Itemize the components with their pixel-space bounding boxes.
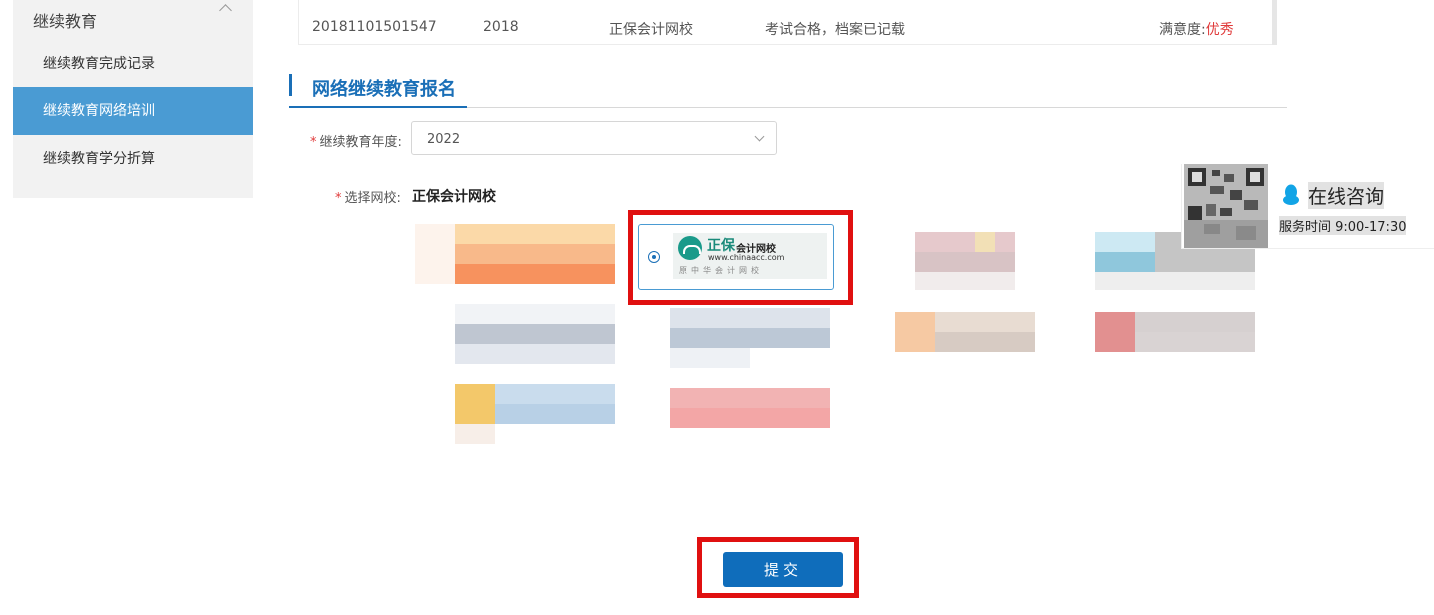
required-mark: *	[310, 135, 317, 150]
section-title-bar	[289, 74, 292, 96]
online-consult-widget[interactable]: 在线咨询 服务时间 9:00-17:30	[1181, 164, 1434, 249]
required-mark: *	[335, 191, 342, 206]
year-select[interactable]: 2022	[411, 121, 777, 155]
qq-penguin-icon	[1283, 184, 1299, 205]
record-satisfaction: 满意度:优秀	[1159, 19, 1234, 39]
scrollbar[interactable]	[1272, 0, 1277, 45]
record-id: 20181101501547	[312, 19, 437, 35]
record-school: 正保会计网校	[609, 22, 693, 38]
chevron-up-icon[interactable]	[219, 4, 232, 17]
satisfaction-label: 满意度:	[1159, 22, 1206, 38]
logo-url: www.chinaacc.com	[708, 253, 785, 262]
school-option-selected[interactable]: 正保 会计网校 www.chinaacc.com 原中华会计网校	[638, 224, 834, 290]
sidebar-item-online-training[interactable]: 继续教育网络培训	[13, 87, 253, 135]
logo-subtitle: 原中华会计网校	[679, 266, 763, 275]
chinaacc-logo: 正保 会计网校 www.chinaacc.com 原中华会计网校	[673, 233, 827, 279]
school-label-text: 选择网校:	[344, 191, 401, 206]
selected-school-name: 正保会计网校	[412, 189, 496, 205]
year-select-value: 2022	[427, 132, 461, 147]
school-option-1[interactable]	[415, 224, 615, 294]
year-label-text: 继续教育年度:	[319, 135, 402, 150]
section-title: 网络继续教育报名	[312, 79, 456, 100]
logo-mark-icon	[678, 236, 702, 260]
submit-button[interactable]: 提交	[723, 552, 843, 587]
school-option-7[interactable]	[855, 304, 1055, 374]
record-status: 考试合格，档案已记载	[765, 22, 905, 38]
sidebar-item-credit-conversion[interactable]: 继续教育学分折算	[13, 135, 253, 183]
chevron-down-icon	[754, 131, 765, 142]
sidebar: 继续教育 继续教育完成记录 继续教育网络培训 继续教育学分折算	[13, 0, 253, 198]
school-option-5[interactable]	[415, 304, 615, 374]
school-option-8[interactable]	[1055, 304, 1255, 374]
year-label: * 继续教育年度:	[310, 131, 402, 150]
sidebar-group-label: 继续教育	[33, 12, 98, 31]
section-title-underline	[289, 106, 467, 108]
table-row: 20181101501547 2018 正保会计网校 考试合格，档案已记载 满意…	[298, 0, 1274, 45]
school-option-9[interactable]	[415, 384, 615, 454]
logo-name-big: 正保	[707, 238, 735, 254]
school-label: * 选择网校:	[335, 187, 401, 206]
consult-hours: 服务时间 9:00-17:30	[1279, 216, 1407, 235]
radio-selected-icon[interactable]	[648, 251, 660, 263]
sidebar-group-continuing-education[interactable]: 继续教育	[13, 0, 253, 38]
record-year: 2018	[483, 19, 519, 35]
sidebar-item-completion-record[interactable]: 继续教育完成记录	[13, 40, 253, 88]
school-option-6[interactable]	[630, 304, 830, 374]
school-option-3[interactable]	[875, 224, 1075, 294]
satisfaction-value: 优秀	[1205, 22, 1234, 38]
school-option-10[interactable]	[630, 384, 830, 454]
consult-title: 在线咨询	[1308, 182, 1385, 209]
qr-code-icon	[1184, 164, 1268, 248]
